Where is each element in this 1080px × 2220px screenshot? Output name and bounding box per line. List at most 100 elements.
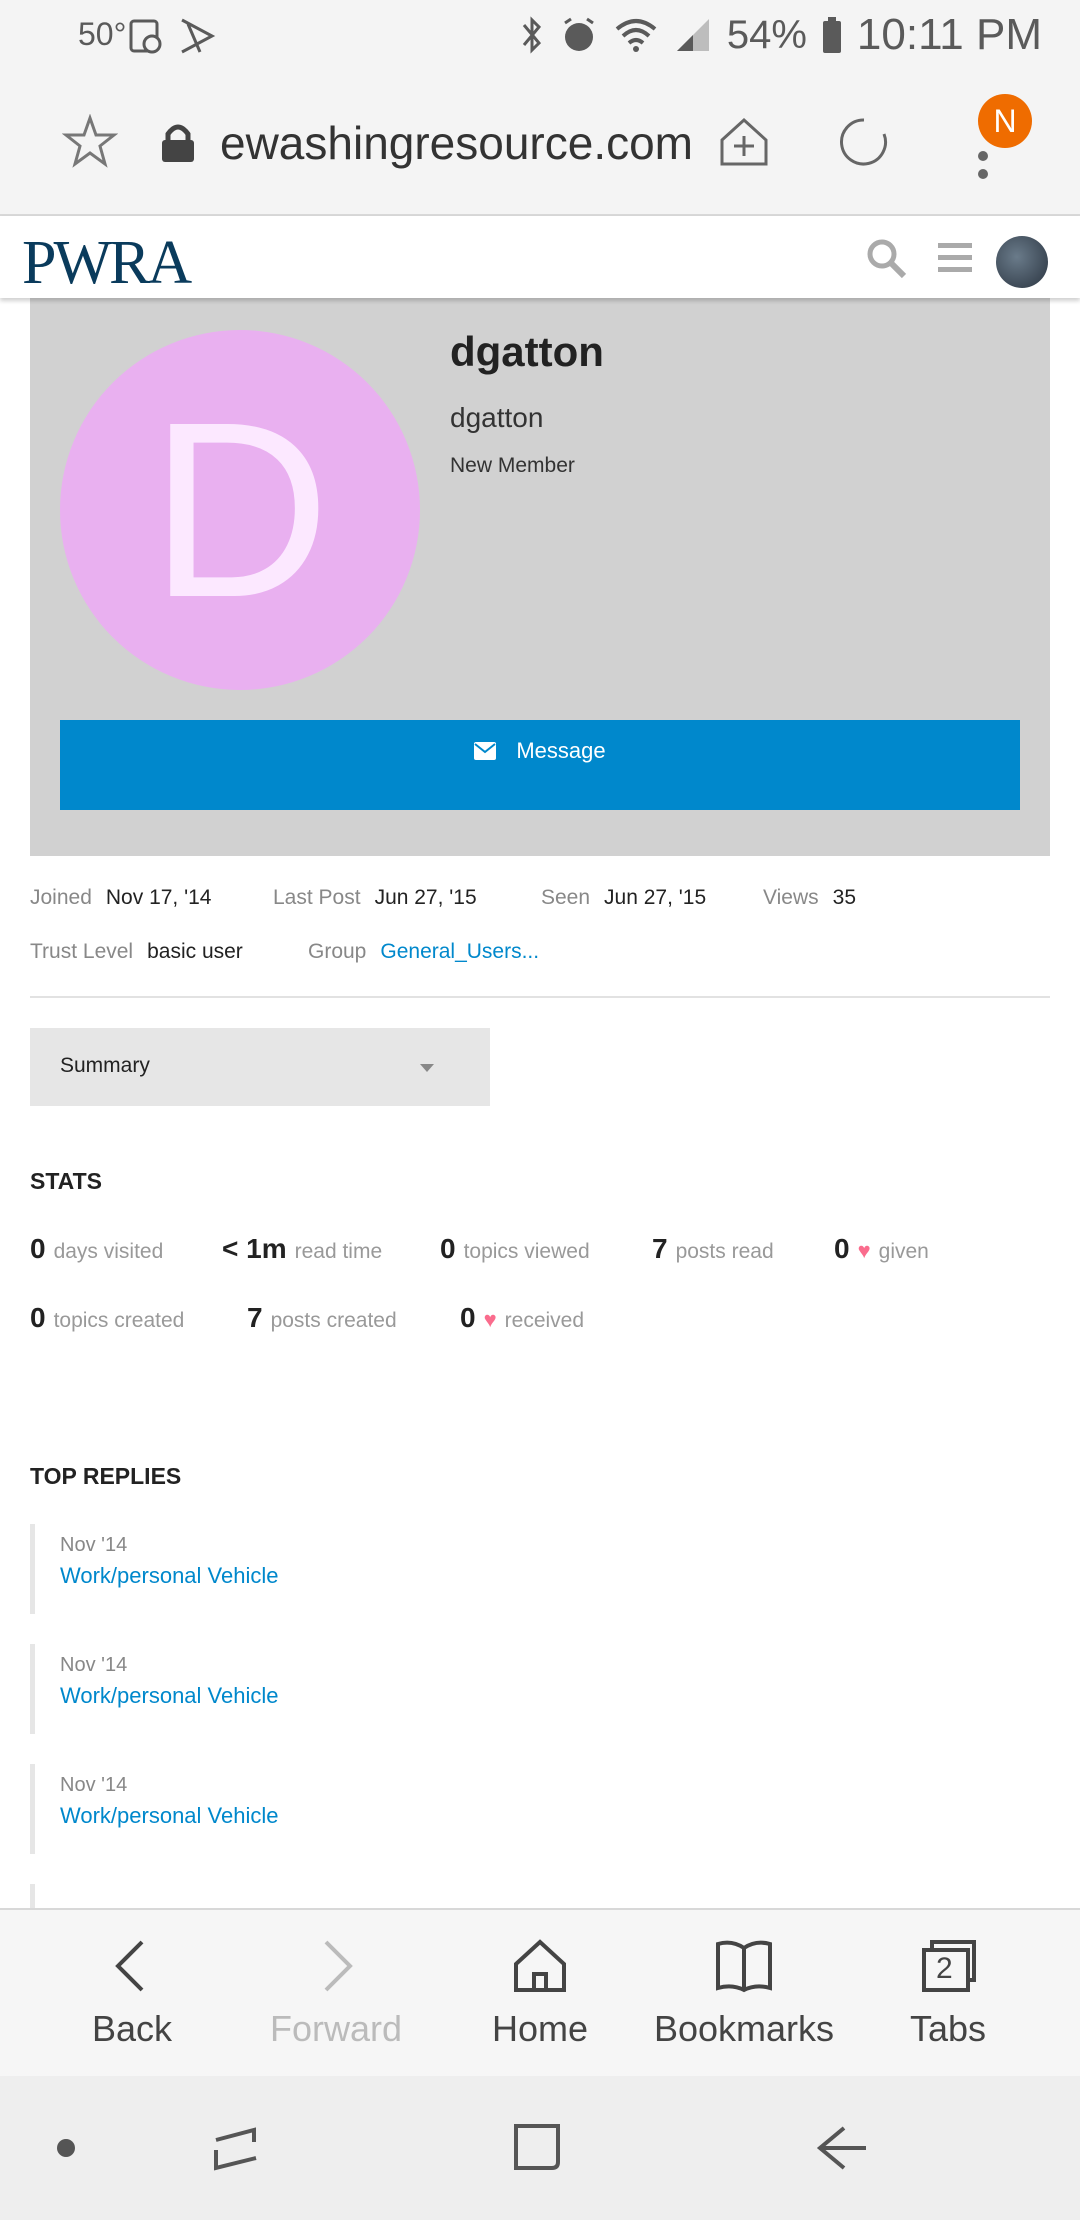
reply-topic-link[interactable]: Work/personal Vehicle — [60, 1563, 630, 1589]
trust-level-detail: Trust Level basic user — [30, 940, 243, 964]
joined-detail: Joined Nov 17, '14 — [30, 886, 211, 910]
reload-icon[interactable] — [836, 114, 892, 170]
screenshot-notification-icon — [129, 19, 162, 54]
clock: 10:11 PM — [856, 10, 1042, 59]
temperature: 50° — [78, 16, 127, 52]
stat-label: read time — [294, 1240, 383, 1263]
wifi-icon — [615, 19, 657, 52]
bookmarks-button[interactable]: Bookmarks — [644, 1910, 844, 2078]
back-button[interactable]: Back — [32, 1910, 232, 2078]
tab-count: 2 — [936, 1952, 953, 1985]
site-header: PWRA — [0, 216, 1080, 298]
forward-button[interactable]: Forward — [236, 1910, 436, 2078]
home-label: Home — [491, 2008, 589, 2049]
site-logo[interactable]: PWRA — [22, 228, 192, 299]
reply-date: Nov '14 — [60, 1654, 128, 1676]
home-icon — [514, 1939, 566, 1992]
views-label: Views — [763, 886, 819, 909]
trust-level-label: Trust Level — [30, 940, 134, 963]
account-avatar[interactable]: N — [978, 94, 1032, 148]
stat-posts-read: 7 posts read — [652, 1233, 774, 1265]
list-item: Nov '14 Work/personal Vehicle — [30, 1764, 630, 1854]
last-post-detail: Last Post Jun 27, '15 — [273, 886, 477, 910]
star-icon[interactable] — [62, 114, 118, 170]
seen-value: Jun 27, '15 — [604, 886, 707, 909]
browser-bottom-nav: Back Forward Home Bookmarks 2 Tabs — [0, 1908, 1080, 2076]
overflow-menu-icon[interactable] — [976, 144, 990, 194]
group-link[interactable]: General_Users... — [380, 940, 539, 963]
stat-number: 0 — [834, 1233, 850, 1264]
dropdown-selected: Summary — [60, 1054, 150, 1077]
stat-label: received — [504, 1309, 585, 1332]
last-post-value[interactable]: Jun 27, '15 — [375, 886, 477, 909]
browser-address-bar: ewashingresource.com N — [0, 74, 1080, 216]
stat-label: posts created — [270, 1309, 397, 1332]
home-button[interactable]: Home — [440, 1910, 640, 2078]
home-nav-icon[interactable] — [510, 2118, 566, 2174]
carrier-icon — [181, 18, 216, 54]
search-icon[interactable] — [866, 238, 908, 280]
trust-level-value: basic user — [147, 940, 243, 963]
heart-icon: ♥ — [857, 1238, 871, 1263]
back-label: Back — [91, 2008, 173, 2049]
joined-value: Nov 17, '14 — [105, 886, 212, 909]
stat-number: 7 — [247, 1302, 263, 1333]
joined-label: Joined — [30, 886, 92, 909]
stat-topics-created: 0 topics created — [30, 1302, 184, 1334]
hamburger-menu-icon[interactable] — [936, 240, 974, 276]
stat-number: 0 — [440, 1233, 456, 1264]
profile-username: dgatton — [450, 328, 604, 375]
reply-date: Nov '14 — [60, 1534, 128, 1556]
list-item — [30, 1884, 630, 1908]
url-field[interactable]: ewashingresource.com — [220, 116, 690, 170]
envelope-icon — [474, 742, 497, 760]
lock-icon — [162, 124, 194, 162]
bookmarks-label: Bookmarks — [653, 2008, 835, 2049]
bluetooth-icon — [522, 16, 541, 54]
stat-days-visited: 0 days visited — [30, 1233, 163, 1265]
system-navigation-bar — [0, 2076, 1080, 2220]
stat-topics-viewed: 0 topics viewed — [440, 1233, 590, 1265]
message-button[interactable]: Message — [60, 720, 1020, 810]
list-item: Nov '14 Work/personal Vehicle — [30, 1644, 630, 1734]
stat-label: topics viewed — [463, 1240, 590, 1263]
chevron-left-icon — [115, 1940, 144, 1992]
profile-section-dropdown[interactable]: Summary — [30, 1028, 490, 1106]
group-detail: Group General_Users... — [308, 940, 539, 964]
top-replies-heading: TOP REPLIES — [30, 1463, 182, 1489]
stat-read-time: < 1m read time — [222, 1233, 382, 1265]
stat-label: given — [878, 1240, 929, 1263]
stat-label: posts read — [675, 1240, 774, 1263]
stat-likes-given: 0 ♥ given — [834, 1233, 929, 1265]
profile-card: D dgatton dgatton New Member Message — [30, 298, 1050, 856]
stat-number: 0 — [30, 1233, 46, 1264]
reply-date: Nov '14 — [60, 1774, 128, 1796]
status-bar: 50° 54% 10:11 PM — [0, 0, 1080, 74]
forward-label: Forward — [269, 2008, 403, 2049]
heart-icon: ♥ — [483, 1307, 497, 1332]
stat-label: days visited — [53, 1240, 164, 1263]
current-user-avatar[interactable] — [996, 236, 1048, 288]
profile-avatar: D — [60, 330, 420, 690]
reply-topic-link[interactable]: Work/personal Vehicle — [60, 1683, 630, 1709]
views-value: 35 — [832, 886, 856, 909]
dot-icon — [57, 2139, 75, 2157]
divider — [30, 996, 1050, 998]
tabs-button[interactable]: 2 Tabs — [848, 1910, 1048, 2078]
reply-topic-link[interactable]: Work/personal Vehicle — [60, 1803, 630, 1829]
stat-number: 0 — [30, 1302, 46, 1333]
status-right: 54% 10:11 PM — [519, 10, 1042, 60]
bookmarks-icon — [716, 1940, 772, 1993]
stat-label: topics created — [53, 1309, 185, 1332]
signal-icon — [676, 19, 709, 51]
views-detail: Views 35 — [763, 886, 856, 910]
add-to-home-icon[interactable] — [716, 114, 772, 170]
stat-likes-received: 0 ♥ received — [460, 1302, 584, 1334]
last-post-label: Last Post — [273, 886, 361, 909]
tabs-label: Tabs — [909, 2008, 987, 2049]
stats-heading: STATS — [30, 1168, 102, 1194]
recent-apps-icon[interactable] — [206, 2120, 266, 2176]
chevron-right-icon — [324, 1940, 353, 1992]
back-nav-icon[interactable] — [812, 2120, 872, 2176]
battery-percent: 54% — [726, 12, 807, 57]
